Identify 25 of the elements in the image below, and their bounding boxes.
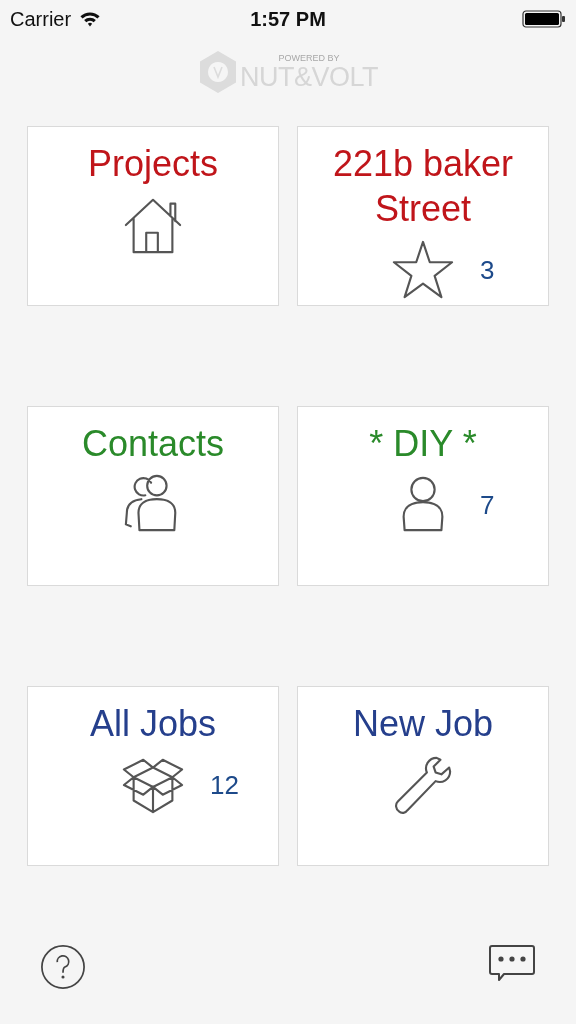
menu-tile[interactable]: Projects <box>27 126 279 306</box>
help-icon[interactable] <box>40 944 86 990</box>
item-count: 7 <box>480 489 495 520</box>
item-count: 3 <box>480 254 495 285</box>
menu-tile[interactable]: New Job <box>297 686 549 866</box>
menu-tile[interactable]: * DIY * 7 <box>297 406 549 586</box>
tile-title: All Jobs <box>89 702 217 746</box>
battery-icon <box>522 10 566 28</box>
tile-title: Projects <box>87 142 218 186</box>
status-time: 1:57 PM <box>250 7 326 31</box>
carrier-name: Carrier <box>10 7 72 31</box>
wifi-icon <box>79 11 102 27</box>
menu-tile[interactable]: Contacts <box>27 406 279 586</box>
tile-title: Contacts <box>81 422 225 466</box>
tile-title: New Job <box>352 702 494 746</box>
star-icon <box>392 239 454 301</box>
wrench-icon <box>392 754 454 816</box>
hexagon-logo-icon <box>198 50 238 94</box>
chat-bubble-icon[interactable] <box>488 944 536 984</box>
item-count: 12 <box>210 769 239 800</box>
menu-tile[interactable]: 221b baker Street 3 <box>297 126 549 306</box>
logo-tagline: POWERED BY <box>278 53 340 63</box>
tile-title: 221b baker Street <box>331 142 515 231</box>
tile-title: * DIY * <box>369 422 477 466</box>
menu-tile[interactable]: All Jobs 12 <box>27 686 279 866</box>
